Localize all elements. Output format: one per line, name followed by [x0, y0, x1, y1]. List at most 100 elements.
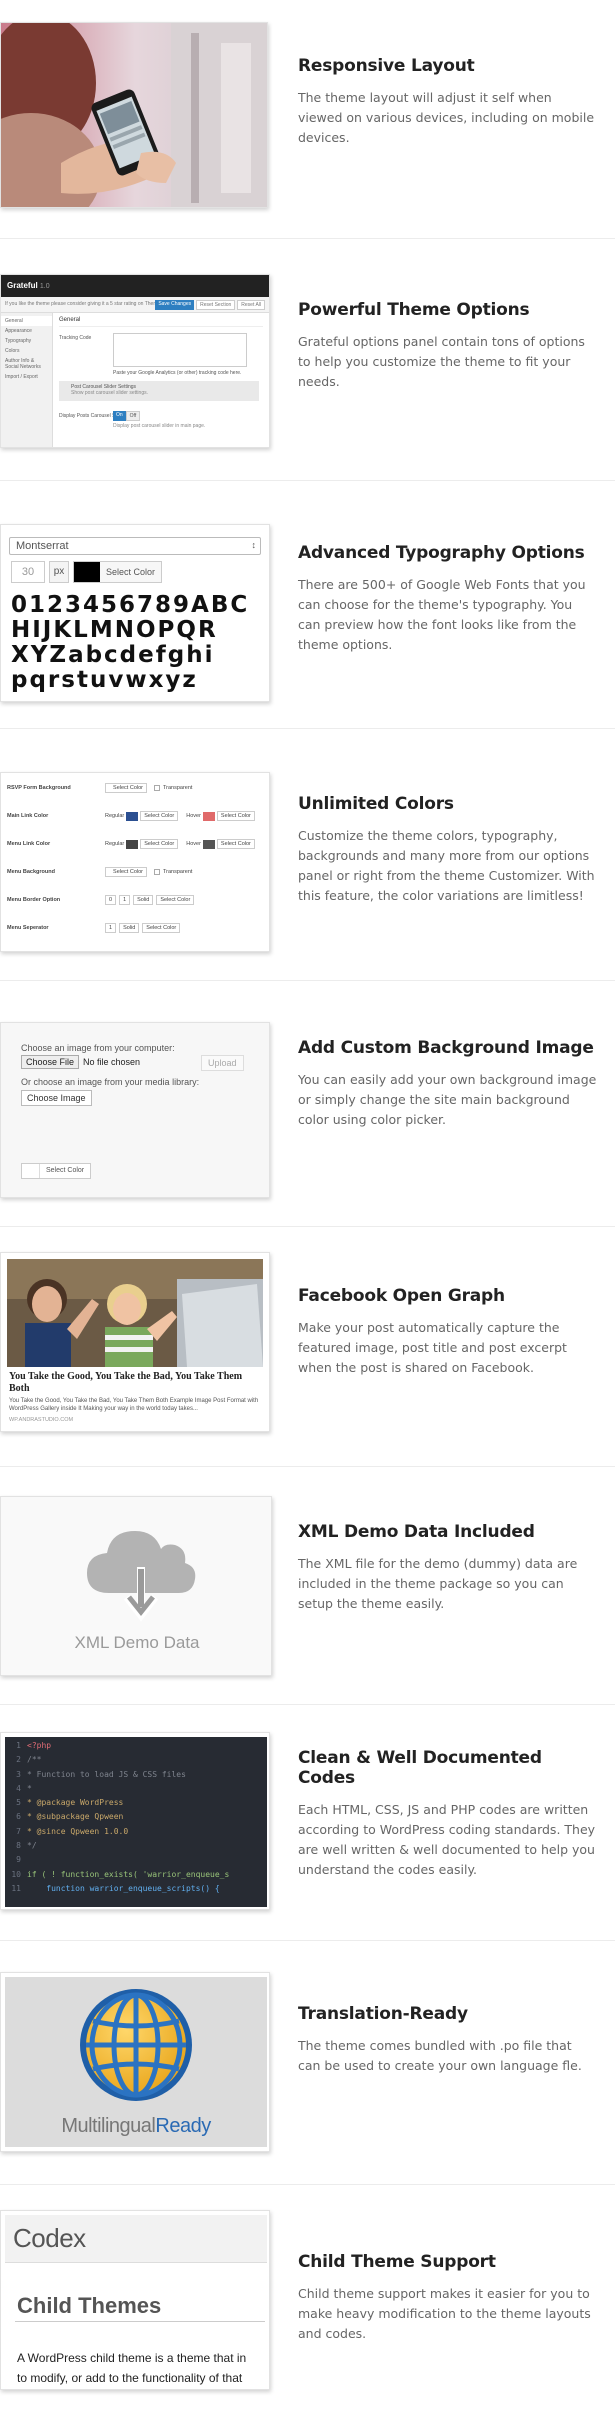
reset-section-button[interactable]: Reset Section	[196, 300, 236, 310]
feature-title: Unlimited Colors	[298, 794, 454, 814]
border-radius-input[interactable]: 1	[119, 895, 131, 905]
regular-label: Regular	[105, 813, 125, 819]
divider	[0, 2184, 615, 2185]
code-text: * @package WordPress	[27, 1798, 124, 1808]
color-swatch[interactable]	[202, 839, 215, 849]
code-line: 4 *	[5, 1782, 267, 1796]
code-text: if ( ! function_exists( 'warrior_enqueue…	[27, 1869, 230, 1879]
cloud-download-icon	[87, 1531, 196, 1622]
color-row-controls: 1 Solid Select Color	[105, 923, 181, 933]
color-row-label: RSVP Form Background	[7, 785, 71, 791]
toggle-off[interactable]: Off	[125, 411, 141, 421]
feature-title: Powerful Theme Options	[298, 300, 530, 320]
feature-theme-options: Powerful Theme Options Grateful options …	[298, 300, 598, 392]
select-color-button[interactable]: Select Color	[100, 562, 162, 582]
feature-code: Clean & Well Documented Codes Each HTML,…	[298, 1748, 598, 1880]
color-row-controls: Select Color Transparent	[105, 783, 192, 793]
feature-facebook: Facebook Open Graph Make your post autom…	[298, 1286, 598, 1378]
color-swatch[interactable]	[126, 811, 139, 821]
code-text: */	[27, 1841, 37, 1851]
logo-word-multilingual: Multilingual	[61, 2115, 156, 2137]
feature-title: XML Demo Data Included	[298, 1522, 535, 1542]
font-size-row: 30 px Select Color	[11, 561, 259, 583]
reset-all-button[interactable]: Reset All	[237, 300, 265, 310]
tracking-code-textarea[interactable]	[113, 333, 247, 367]
carousel-toggle[interactable]: On Off	[113, 411, 141, 421]
feature-desc: Make your post automatically capture the…	[298, 1320, 567, 1375]
font-preview-line: HIJKLMNOPQR	[11, 617, 218, 643]
color-row-label: Menu Link Color	[7, 841, 51, 847]
bg-color-picker[interactable]: Select Color	[21, 1163, 92, 1179]
color-swatch[interactable]	[202, 811, 215, 821]
select-color-button[interactable]: Select Color	[140, 811, 179, 821]
separator-style-select[interactable]: Solid	[119, 923, 140, 933]
translation-banner: MultilingualReady	[5, 1977, 267, 2147]
toggle-on[interactable]: On	[113, 411, 126, 421]
feature-desc: Child theme support makes it easier for …	[298, 2286, 591, 2341]
codex-heading: Child Themes	[17, 2293, 162, 2318]
select-color-button[interactable]: Select Color	[216, 839, 255, 849]
border-style-select[interactable]: Solid	[133, 895, 154, 905]
feature-title: Facebook Open Graph	[298, 1286, 505, 1306]
options-version: 1.0	[39, 283, 50, 290]
background-thumb: Choose an image from your computer: Choo…	[0, 1022, 270, 1198]
font-size-input[interactable]: 30	[11, 561, 45, 583]
feature-title: Responsive Layout	[298, 56, 475, 76]
select-color-button[interactable]: Select Color	[105, 867, 147, 877]
regular-label: Regular	[105, 841, 125, 847]
select-color-button[interactable]: Select Color	[142, 923, 181, 933]
font-size-unit[interactable]: px	[49, 561, 69, 583]
code-line: 5 * @package WordPress	[5, 1796, 267, 1810]
feature-title: Child Theme Support	[298, 2252, 496, 2272]
code-text: * @subpackage Qpween	[27, 1812, 124, 1822]
options-menu-item[interactable]: Author Info & Social Networks	[1, 356, 52, 372]
xml-thumb: XML Demo Data	[0, 1496, 272, 1676]
divider	[0, 728, 615, 729]
og-title[interactable]: You Take the Good, You Take the Bad, You…	[9, 1371, 264, 1395]
options-menu-item[interactable]: Appearance	[1, 326, 52, 336]
code-line: 7 * @since Qpween 1.0.0	[5, 1825, 267, 1839]
feature-desc: There are 500+ of Google Web Fonts that …	[298, 577, 586, 652]
separator-width-input[interactable]: 1	[105, 923, 117, 933]
select-color-button[interactable]: Select Color	[105, 783, 147, 793]
color-swatch[interactable]	[126, 839, 139, 849]
select-color-button[interactable]: Select Color	[40, 1164, 90, 1178]
line-number: 6	[16, 1812, 21, 1822]
divider	[0, 1226, 615, 1227]
codex-header: Codex	[5, 2215, 267, 2263]
code-line: 10 if ( ! function_exists( 'warrior_enque…	[5, 1868, 267, 1882]
colors-thumb: RSVP Form Background Select Color Transp…	[0, 772, 270, 952]
select-color-button[interactable]: Select Color	[140, 839, 179, 849]
options-menu-item[interactable]: Typography	[1, 336, 52, 346]
feature-title: Advanced Typography Options	[298, 543, 585, 563]
line-number: 1	[16, 1741, 21, 1750]
divider	[0, 1940, 615, 1941]
line-number: 3	[16, 1769, 21, 1779]
options-body: General Appearance Typography Colors Aut…	[1, 313, 269, 447]
options-menu-item[interactable]: Colors	[1, 346, 52, 356]
border-width-input[interactable]: 0	[105, 895, 117, 905]
choose-file-button[interactable]: Choose File	[21, 1055, 80, 1069]
font-select[interactable]: Montserrat ↕	[9, 537, 261, 555]
feature-translation: Translation-Ready The theme comes bundle…	[298, 2004, 598, 2076]
code-line: 3 * Function to load JS & CSS files	[5, 1768, 267, 1782]
choose-image-button[interactable]: Choose Image	[21, 1090, 92, 1106]
save-changes-button[interactable]: Save Changes	[155, 300, 195, 310]
upload-button[interactable]: Upload	[201, 1055, 244, 1071]
line-number: 8	[16, 1841, 21, 1851]
code-text: * @since Qpween 1.0.0	[27, 1826, 129, 1836]
file-input[interactable]: Choose File No file chosen	[21, 1055, 140, 1069]
transparent-checkbox[interactable]	[154, 785, 160, 791]
font-color-picker[interactable]: Select Color	[73, 561, 163, 583]
feature-responsive: Responsive Layout The theme layout will …	[298, 56, 598, 148]
line-number: 7	[16, 1826, 21, 1836]
transparent-checkbox[interactable]	[154, 869, 160, 875]
options-menu-item[interactable]: General	[1, 316, 52, 326]
select-color-button[interactable]: Select Color	[156, 895, 195, 905]
no-file-label: No file chosen	[83, 1057, 141, 1067]
color-swatch	[74, 562, 100, 582]
select-color-button[interactable]: Select Color	[216, 811, 255, 821]
options-menu-item[interactable]: Import / Export	[1, 372, 52, 382]
divider	[0, 1704, 615, 1705]
divider	[0, 480, 615, 481]
